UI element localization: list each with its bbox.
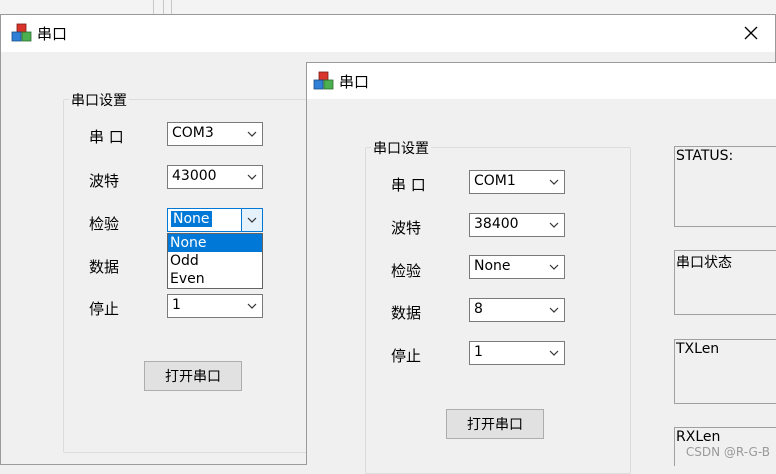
chevron-down-icon	[544, 214, 564, 236]
databits-label: 数据	[89, 258, 120, 276]
parity-value: None	[171, 211, 212, 227]
txlen-panel-title: TXLen	[676, 341, 720, 357]
chevron-down-icon	[544, 171, 564, 193]
app-blocks-icon	[11, 23, 32, 42]
baud-value: 38400	[474, 216, 519, 232]
stopbits-label: 停止	[391, 347, 422, 365]
port-select[interactable]: COM3	[167, 122, 263, 146]
chevron-down-icon	[544, 342, 564, 364]
port-select[interactable]: COM1	[469, 170, 565, 194]
databits-select[interactable]: 8	[469, 298, 565, 322]
stopbits-select[interactable]: 1	[469, 341, 565, 365]
stopbits-value: 1	[172, 297, 181, 313]
chevron-down-icon	[242, 295, 262, 317]
close-icon	[744, 26, 758, 40]
group-title: 串口设置	[371, 138, 431, 158]
parity-select[interactable]: None	[469, 255, 565, 279]
close-button[interactable]	[731, 16, 771, 50]
baud-select[interactable]: 43000	[167, 165, 263, 189]
port-state-panel: 串口状态	[674, 250, 776, 315]
port-value: COM3	[172, 125, 214, 141]
baud-label: 波特	[391, 219, 422, 237]
chevron-down-icon	[242, 123, 262, 145]
background-strip	[0, 0, 776, 14]
open-port-button[interactable]: 打开串口	[144, 361, 242, 391]
watermark: CSDN @R-G-B	[685, 445, 770, 459]
chevron-down-icon	[241, 209, 262, 231]
stopbits-select[interactable]: 1	[167, 294, 263, 318]
port-label: 串 口	[89, 128, 124, 146]
baud-value: 43000	[172, 168, 217, 184]
parity-select[interactable]: None	[167, 208, 263, 232]
status-panel: STATUS:	[674, 146, 776, 227]
group-title: 串口设置	[69, 90, 129, 110]
background-divider	[163, 0, 164, 14]
txlen-panel: TXLen	[674, 339, 776, 404]
background-divider	[171, 0, 172, 14]
baud-label: 波特	[89, 172, 120, 190]
open-port-button[interactable]: 打开串口	[446, 409, 544, 439]
front-window-titlebar[interactable]: 串口	[307, 63, 776, 99]
port-state-panel-title: 串口状态	[676, 255, 732, 271]
port-value: COM1	[474, 173, 516, 189]
parity-value: None	[474, 258, 511, 274]
back-window-titlebar[interactable]: 串口	[1, 15, 775, 52]
stopbits-value: 1	[474, 344, 483, 360]
port-label: 串 口	[391, 176, 426, 194]
parity-dropdown-list[interactable]: None Odd Even	[167, 233, 263, 289]
app-blocks-icon	[313, 71, 334, 90]
chevron-down-icon	[544, 299, 564, 321]
databits-value: 8	[474, 301, 483, 317]
parity-label: 检验	[89, 215, 120, 233]
chevron-down-icon	[242, 166, 262, 188]
window-title: 串口	[37, 25, 68, 43]
dropdown-option[interactable]: Even	[168, 270, 262, 288]
databits-label: 数据	[391, 304, 422, 322]
chevron-down-icon	[544, 256, 564, 278]
stopbits-label: 停止	[89, 300, 120, 318]
dropdown-option[interactable]: Odd	[168, 252, 262, 270]
parity-label: 检验	[391, 262, 422, 280]
window-title: 串口	[339, 73, 370, 91]
background-divider	[153, 0, 154, 14]
status-panel-title: STATUS:	[676, 148, 734, 164]
dropdown-option[interactable]: None	[168, 234, 262, 252]
baud-select[interactable]: 38400	[469, 213, 565, 237]
rxlen-panel-title: RXLen	[676, 429, 721, 445]
front-window: 串口 串口设置 串 口 波特 检验 数据 停止 COM1 38400 None …	[306, 62, 776, 474]
